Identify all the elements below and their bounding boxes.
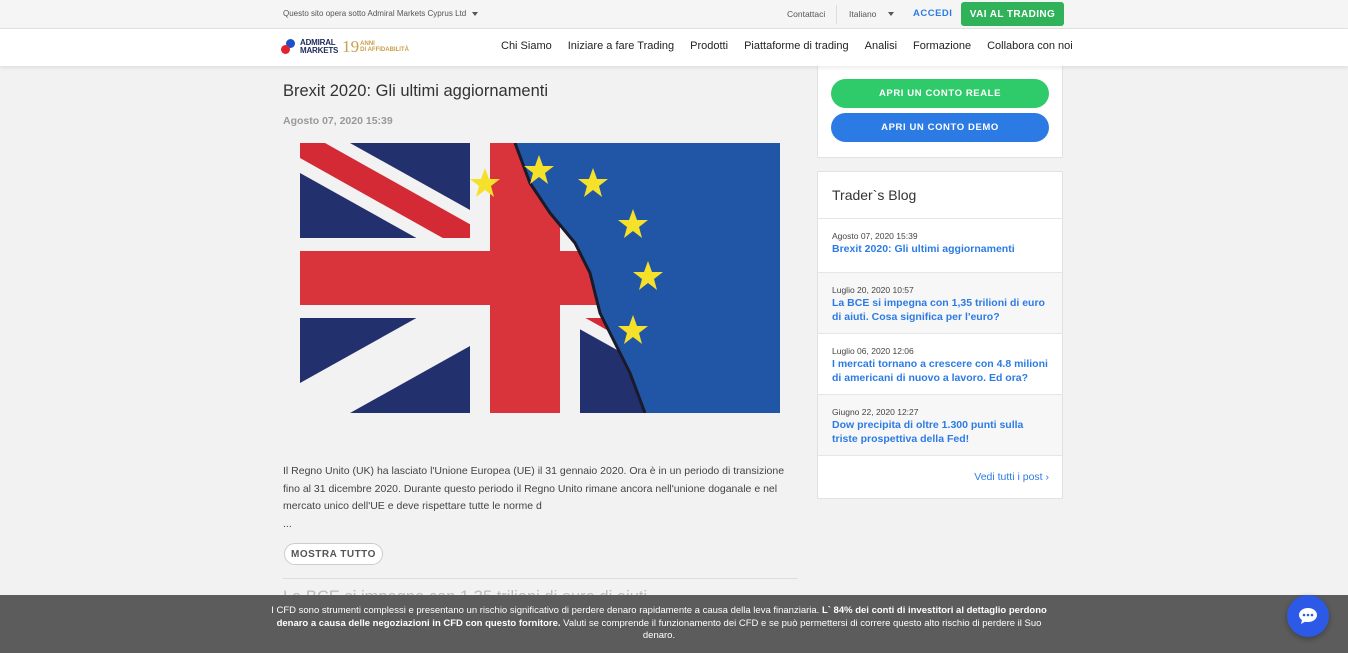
article-excerpt: Il Regno Unito (UK) ha lasciato l'Unione… <box>283 463 798 533</box>
login-link[interactable]: ACCEDI <box>913 8 952 19</box>
blog-item-link[interactable]: I mercati tornano a crescere con 4.8 mil… <box>832 358 1048 385</box>
blog-item-link[interactable]: Dow precipita di oltre 1.300 punti sulla… <box>832 419 1048 446</box>
blog-item-date: Giugno 22, 2020 12:27 <box>832 407 919 417</box>
article-hero-image <box>300 143 780 413</box>
language-label: Italiano <box>849 9 877 19</box>
blog-item-link[interactable]: Brexit 2020: Gli ultimi aggiornamenti <box>832 243 1048 257</box>
entity-label: Questo sito opera sotto Admiral Markets … <box>283 9 467 18</box>
blog-item-date: Luglio 20, 2020 10:57 <box>832 285 914 295</box>
nav-item-piattaforme[interactable]: Piattaforme di trading <box>744 40 849 52</box>
blog-title: Trader`s Blog <box>832 187 917 203</box>
open-demo-account-button[interactable]: APRI UN CONTO DEMO <box>831 113 1049 142</box>
contact-link[interactable]: Contattaci <box>787 9 825 19</box>
nav-item-formazione[interactable]: Formazione <box>913 40 971 52</box>
nav-item-chi-siamo[interactable]: Chi Siamo <box>501 40 552 52</box>
blog-item-link[interactable]: La BCE si impegna con 1,35 trilioni di e… <box>832 297 1048 324</box>
top-utility-bar: Questo sito opera sotto Admiral Markets … <box>0 0 1348 29</box>
open-real-account-button[interactable]: APRI UN CONTO REALE <box>831 79 1049 108</box>
risk-text-1: I CFD sono strumenti complessi e present… <box>271 605 822 616</box>
nav-item-iniziare[interactable]: Iniziare a fare Trading <box>568 40 674 52</box>
blog-item-date: Luglio 06, 2020 12:06 <box>832 346 914 356</box>
traders-blog-card: Trader`s Blog Agosto 07, 2020 15:39 Brex… <box>817 171 1063 499</box>
logo-wordmark: ADMIRAL MARKETS <box>300 38 339 55</box>
main-navbar: ADMIRAL MARKETS 19 ANNI DI AFFIDABILITÀ … <box>0 29 1348 66</box>
article-title[interactable]: Brexit 2020: Gli ultimi aggiornamenti <box>283 82 548 101</box>
logo-anni: ANNI DI AFFIDABILITÀ <box>360 41 409 53</box>
brexit-flag-image <box>300 143 780 413</box>
chevron-down-icon <box>888 12 895 16</box>
blog-item[interactable]: Luglio 06, 2020 12:06 I mercati tornano … <box>818 333 1062 394</box>
chevron-down-icon <box>472 11 479 16</box>
divider <box>836 5 837 24</box>
chat-button[interactable] <box>1287 595 1329 637</box>
article-divider <box>283 578 798 579</box>
risk-text-2: Valuti se comprende il funzionamento dei… <box>560 617 1042 642</box>
nav-item-collabora[interactable]: Collabora con noi <box>987 40 1073 52</box>
article-body-text: Il Regno Unito (UK) ha lasciato l'Unione… <box>283 465 785 512</box>
chat-icon <box>1299 608 1317 624</box>
blog-item[interactable]: Giugno 22, 2020 12:27 Dow precipita di o… <box>818 394 1062 455</box>
nav-item-prodotti[interactable]: Prodotti <box>690 40 728 52</box>
blog-item[interactable]: Luglio 20, 2020 10:57 La BCE si impegna … <box>818 272 1062 333</box>
show-all-button[interactable]: MOSTRA TUTTO <box>284 543 383 565</box>
article-date: Agosto 07, 2020 15:39 <box>283 115 393 127</box>
see-all-posts-link[interactable]: Vedi tutti i post › <box>974 471 1049 483</box>
blog-item-date: Agosto 07, 2020 15:39 <box>832 231 918 241</box>
trading-button[interactable]: VAI AL TRADING <box>961 2 1064 26</box>
risk-warning-bar: I CFD sono strumenti complessi e present… <box>0 595 1348 653</box>
language-selector[interactable]: Italiano <box>849 9 895 19</box>
logo-mark-icon <box>280 37 300 57</box>
blog-item[interactable]: Agosto 07, 2020 15:39 Brexit 2020: Gli u… <box>818 218 1062 272</box>
logo-years: 19 <box>342 37 360 56</box>
nav-menu: Chi Siamo Iniziare a fare Trading Prodot… <box>501 40 1073 52</box>
brand-logo[interactable]: ADMIRAL MARKETS 19 ANNI DI AFFIDABILITÀ <box>280 37 409 57</box>
article-ellipsis: ... <box>283 517 292 530</box>
entity-selector[interactable]: Questo sito opera sotto Admiral Markets … <box>283 9 479 18</box>
nav-item-analisi[interactable]: Analisi <box>865 40 897 52</box>
